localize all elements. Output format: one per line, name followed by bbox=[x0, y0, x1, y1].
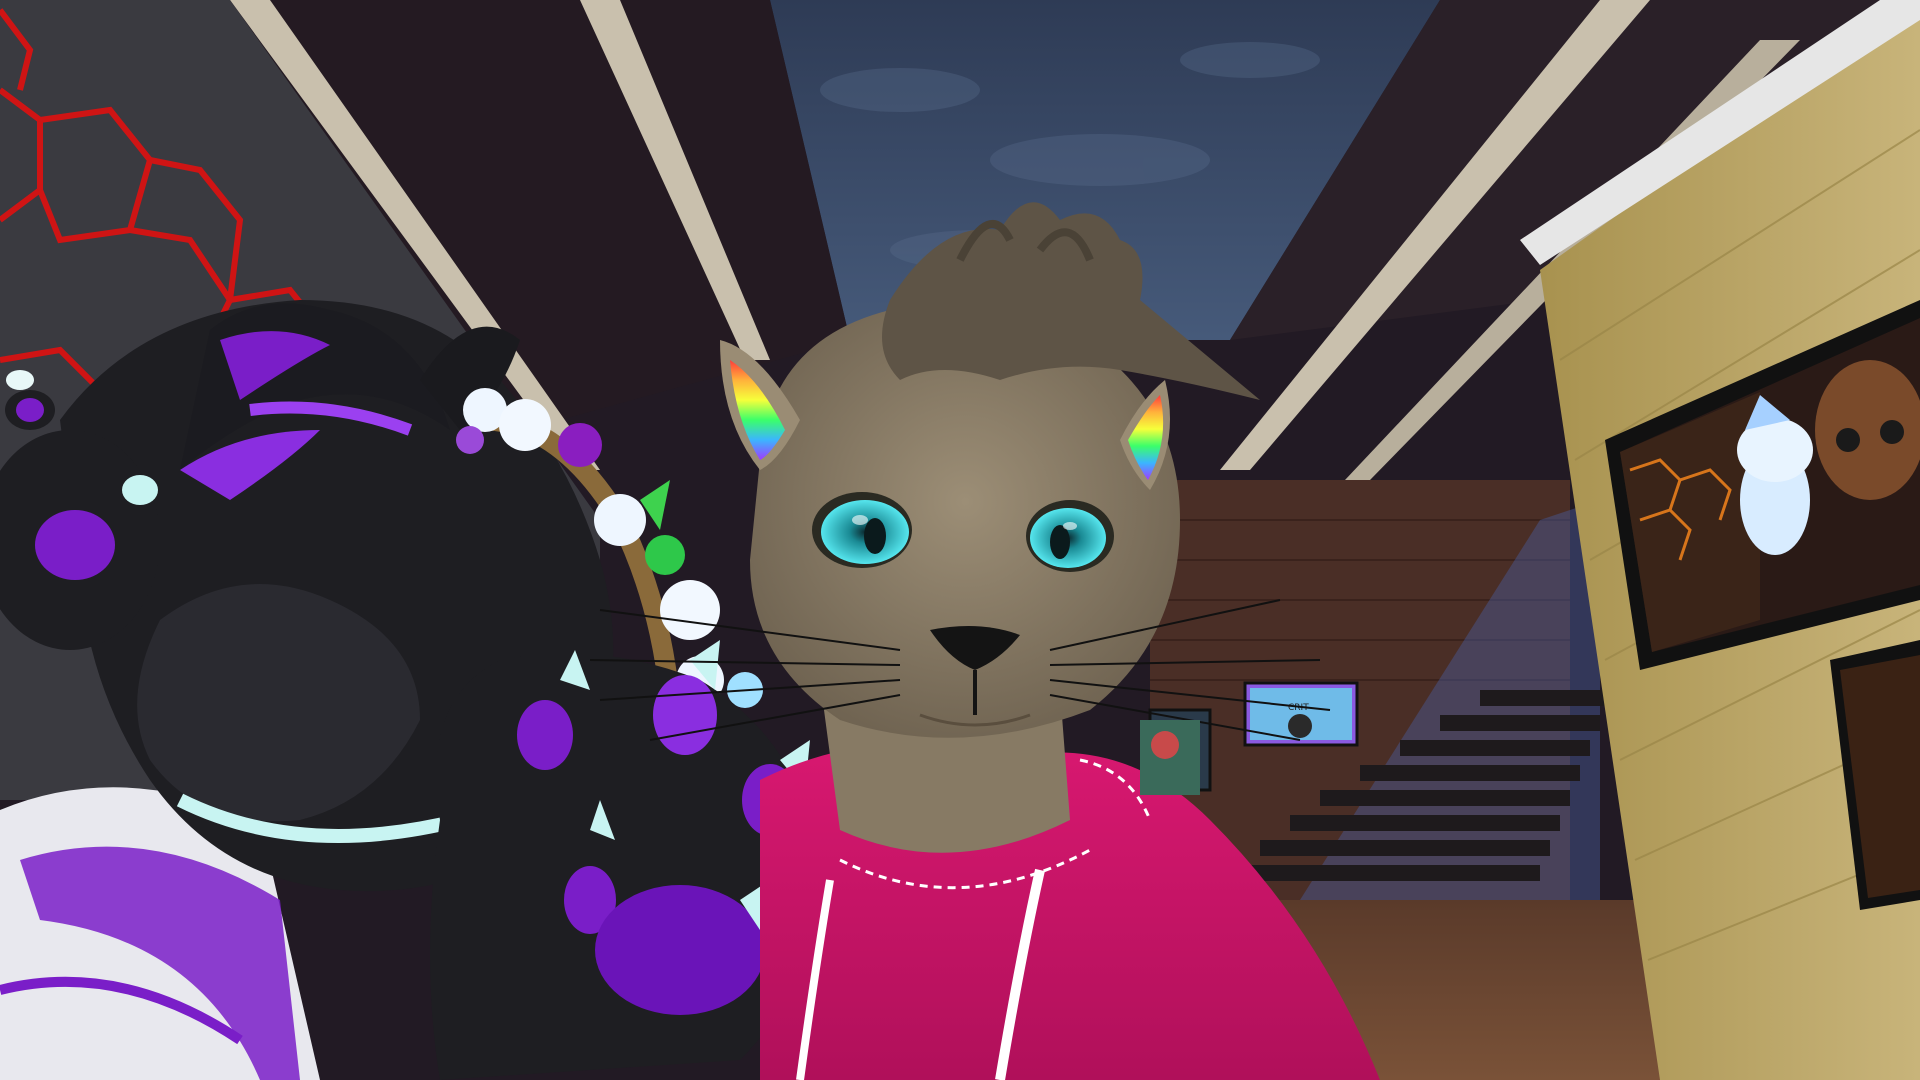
frame-avatar-brown bbox=[1815, 360, 1920, 500]
small-screen-badge bbox=[1288, 714, 1312, 738]
cat-eye-left bbox=[812, 492, 912, 568]
background-avatar bbox=[1140, 720, 1200, 795]
cat-eye-right bbox=[1026, 500, 1114, 572]
small-screen-monitor: CRIT bbox=[1243, 681, 1359, 747]
vr-scene: CRIT bbox=[0, 0, 1920, 1080]
